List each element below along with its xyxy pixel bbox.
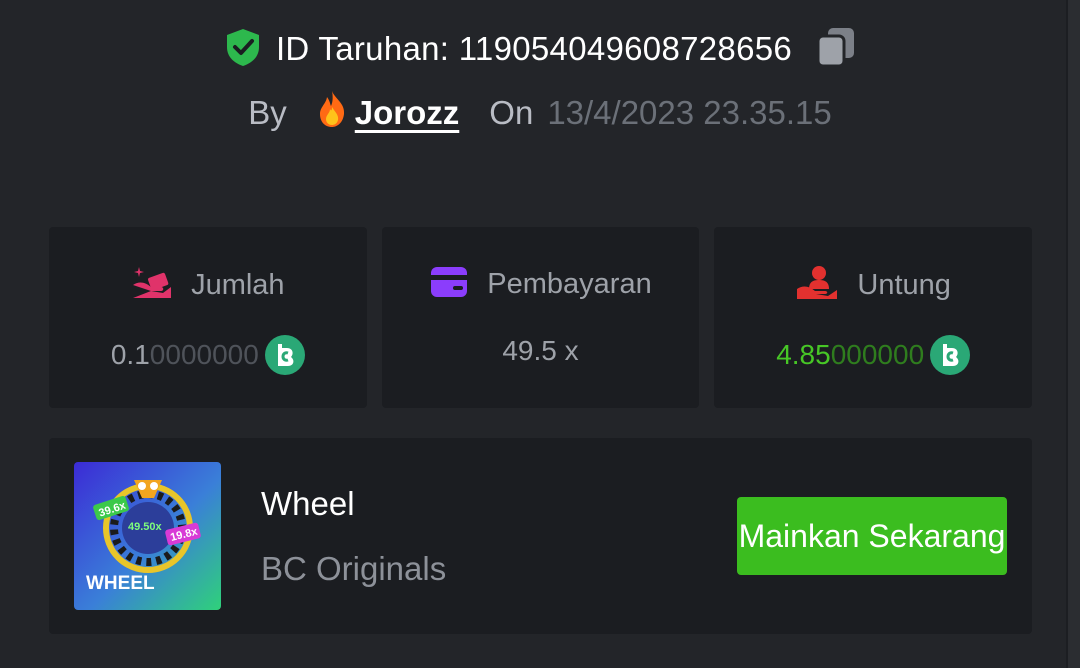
- thumb-label-2: 49.50x: [128, 521, 163, 533]
- game-card: 39.6x 49.50x 19.8x WHEEL Wheel BC Origin…: [49, 438, 1032, 634]
- stat-amount-title: Jumlah: [191, 269, 285, 301]
- bet-date: 13/4/2023 23.35.15: [547, 94, 832, 131]
- profit-hand-icon: [795, 265, 839, 306]
- payout-value: 49.5 x: [502, 335, 579, 366]
- profit-decimals: 000000: [830, 339, 925, 370]
- stat-payout: Pembayaran 49.5 x: [381, 227, 700, 408]
- thumb-title: WHEEL: [86, 573, 155, 594]
- hand-money-icon: [131, 265, 173, 306]
- copy-icon[interactable]: [816, 26, 856, 73]
- bc-coin-icon: [264, 335, 305, 375]
- bet-id: ID Taruhan: 119054049608728656: [276, 30, 792, 68]
- stat-payout-title: Pembayaran: [487, 268, 652, 300]
- user-name: Jorozz: [354, 94, 460, 131]
- game-provider: BC Originals: [261, 550, 447, 587]
- verified-shield-icon: [224, 27, 262, 72]
- amount-main: 0.1: [110, 339, 150, 370]
- bet-id-value: 119054049608728656: [458, 30, 793, 67]
- bet-header: ID Taruhan: 119054049608728656: [0, 26, 1080, 72]
- stat-profit-value: 4.85000000: [714, 335, 1032, 375]
- stat-amount: Jumlah 0.10000000: [49, 227, 367, 408]
- amount-decimals: 0000000: [149, 339, 259, 370]
- stat-profit: Untung 4.85000000: [714, 227, 1033, 408]
- user-link[interactable]: Jorozz: [317, 90, 460, 136]
- stat-payout-value: 49.5 x: [382, 335, 700, 367]
- stat-profit-title: Untung: [857, 269, 951, 301]
- card-icon: [429, 265, 469, 304]
- by-label: By: [248, 94, 287, 131]
- profit-main: 4.85: [776, 339, 831, 370]
- bc-coin-icon: [930, 335, 971, 375]
- stat-amount-value: 0.10000000: [49, 335, 367, 375]
- on-label: On: [489, 94, 534, 131]
- bet-id-row: ID Taruhan: 119054049608728656: [0, 26, 1080, 72]
- bet-meta-row: By Jorozz On 13/4/2023 23.35.15: [0, 90, 1080, 136]
- bet-id-label: ID Taruhan:: [275, 30, 450, 67]
- fire-icon: [317, 90, 347, 136]
- play-now-button[interactable]: Mainkan Sekarang: [737, 497, 1007, 575]
- game-name[interactable]: Wheel: [261, 485, 355, 523]
- game-thumbnail[interactable]: 39.6x 49.50x 19.8x WHEEL: [74, 462, 221, 610]
- stats-row: Jumlah 0.10000000 Pembayaran 49.5 x Untu…: [49, 227, 1033, 408]
